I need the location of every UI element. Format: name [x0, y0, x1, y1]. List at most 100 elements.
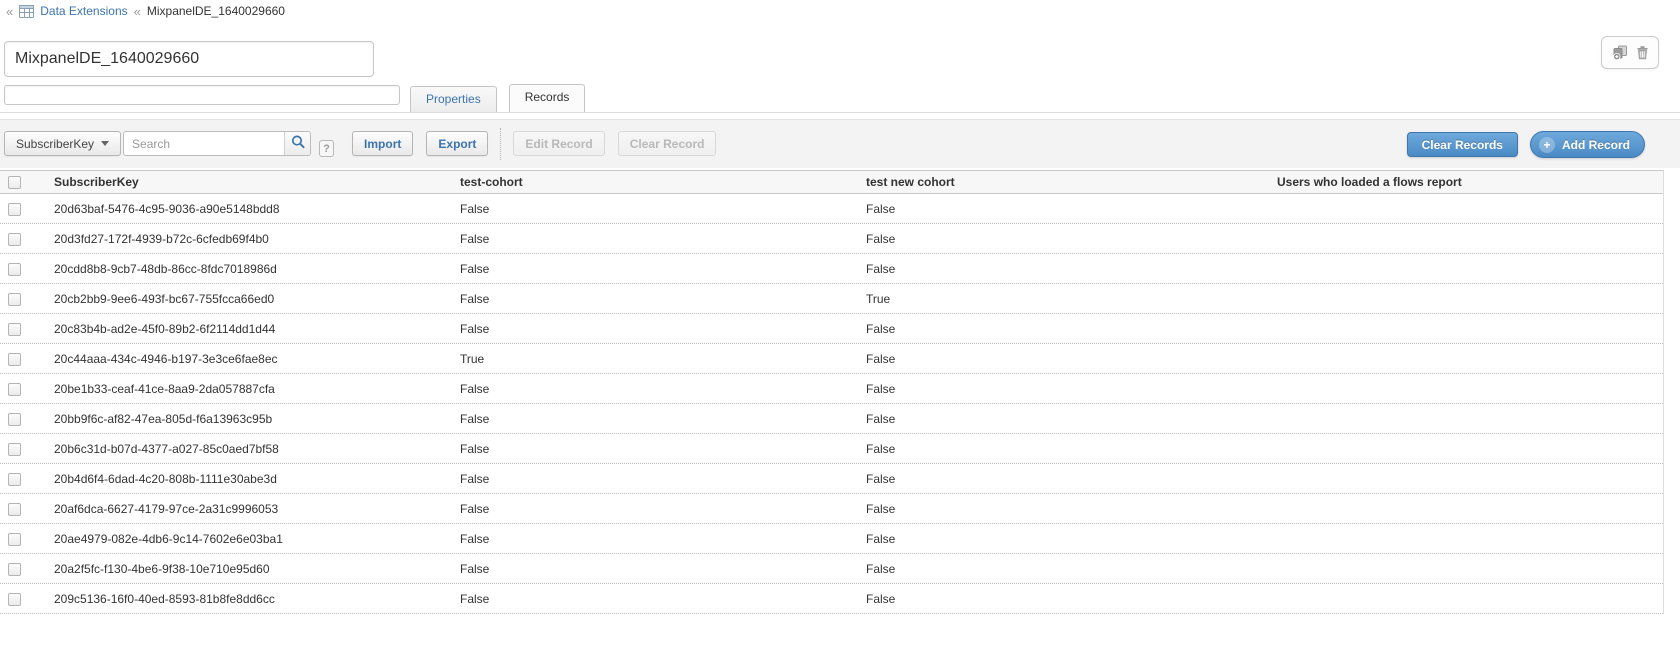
table-row[interactable]: 20bb9f6c-af82-47ea-805d-f6a13963c95b Fal… [0, 404, 1663, 434]
table-header-row: SubscriberKey test-cohort test new cohor… [0, 170, 1663, 194]
cell-subscriberkey: 20b6c31d-b07d-4377-a027-85c0aed7bf58 [48, 442, 454, 456]
row-checkbox[interactable] [8, 383, 21, 396]
add-record-button[interactable]: + Add Record [1530, 131, 1645, 158]
table-row[interactable]: 20be1b33-ceaf-41ce-8aa9-2da057887cfa Fal… [0, 374, 1663, 404]
select-all-checkbox[interactable] [8, 176, 21, 189]
extension-description-input[interactable] [4, 85, 400, 105]
row-checkbox[interactable] [8, 263, 21, 276]
cell-test-new-cohort: False [860, 262, 1271, 276]
cell-test-cohort: False [454, 292, 860, 306]
extension-actions-box [1601, 36, 1659, 69]
table-row[interactable]: 20b4d6f4-6dad-4c20-808b-1111e30abe3d Fal… [0, 464, 1663, 494]
import-button[interactable]: Import [352, 131, 413, 156]
table-row[interactable]: 20ae4979-082e-4db6-9c14-7602e6e03ba1 Fal… [0, 524, 1663, 554]
row-checkbox[interactable] [8, 533, 21, 546]
cell-test-new-cohort: False [860, 352, 1271, 366]
trash-icon[interactable] [1636, 45, 1649, 60]
cell-test-new-cohort: False [860, 472, 1271, 486]
cell-subscriberkey: 20a2f5fc-f130-4be6-9f38-10e710e95d60 [48, 562, 454, 576]
cell-test-cohort: False [454, 502, 860, 516]
tab-bar: Properties Records [410, 86, 585, 112]
cell-test-new-cohort: False [860, 382, 1271, 396]
copy-icon[interactable] [1612, 45, 1628, 60]
cell-subscriberkey: 20cb2bb9-9ee6-493f-bc67-755fcca66ed0 [48, 292, 454, 306]
records-toolbar: SubscriberKey ? Import Export Edit Recor… [0, 119, 1680, 168]
cell-subscriberkey: 20d63baf-5476-4c95-9036-a90e5148bdd8 [48, 202, 454, 216]
row-checkbox[interactable] [8, 503, 21, 516]
cell-test-cohort: False [454, 412, 860, 426]
search-field-dropdown-value: SubscriberKey [16, 137, 94, 151]
cell-test-new-cohort: False [860, 322, 1271, 336]
row-checkbox[interactable] [8, 413, 21, 426]
row-checkbox[interactable] [8, 473, 21, 486]
column-header-subscriberkey: SubscriberKey [48, 175, 454, 189]
cell-test-cohort: False [454, 562, 860, 576]
cell-test-cohort: False [454, 472, 860, 486]
cell-test-new-cohort: False [860, 502, 1271, 516]
cell-test-cohort: False [454, 382, 860, 396]
tab-records[interactable]: Records [509, 84, 586, 112]
cell-test-new-cohort: False [860, 442, 1271, 456]
breadcrumb-data-extensions-link[interactable]: Data Extensions [40, 4, 127, 18]
cell-subscriberkey: 20d3fd27-172f-4939-b72c-6cfedb69f4b0 [48, 232, 454, 246]
column-header-users-flows-report: Users who loaded a flows report [1271, 175, 1663, 189]
row-checkbox[interactable] [8, 323, 21, 336]
row-checkbox[interactable] [8, 443, 21, 456]
cell-test-cohort: False [454, 232, 860, 246]
tab-divider [0, 112, 1680, 113]
table-row[interactable]: 20cb2bb9-9ee6-493f-bc67-755fcca66ed0 Fal… [0, 284, 1663, 314]
toolbar-separator [500, 128, 501, 160]
table-row[interactable]: 20c44aaa-434c-4946-b197-3e3ce6fae8ec Tru… [0, 344, 1663, 374]
table-row[interactable]: 20d63baf-5476-4c95-9036-a90e5148bdd8 Fal… [0, 194, 1663, 224]
table-row[interactable]: 209c5136-16f0-40ed-8593-81b8fe8dd6cc Fal… [0, 584, 1663, 614]
table-row[interactable]: 20b6c31d-b07d-4377-a027-85c0aed7bf58 Fal… [0, 434, 1663, 464]
search-button[interactable] [284, 132, 310, 155]
row-checkbox[interactable] [8, 353, 21, 366]
cell-test-new-cohort: False [860, 562, 1271, 576]
cell-subscriberkey: 20af6dca-6627-4179-97ce-2a31c9996053 [48, 502, 454, 516]
cell-test-cohort: False [454, 532, 860, 546]
back-chevron-icon[interactable]: « [6, 4, 13, 19]
data-extension-records-page: « Data Extensions « MixpanelDE_164002966… [0, 0, 1680, 670]
data-extension-grid-icon [19, 5, 34, 18]
table-row[interactable]: 20af6dca-6627-4179-97ce-2a31c9996053 Fal… [0, 494, 1663, 524]
table-row[interactable]: 20d3fd27-172f-4939-b72c-6cfedb69f4b0 Fal… [0, 224, 1663, 254]
cell-test-cohort: False [454, 262, 860, 276]
cell-test-new-cohort: False [860, 532, 1271, 546]
row-checkbox[interactable] [8, 563, 21, 576]
export-button[interactable]: Export [426, 131, 488, 156]
breadcrumb-current: MixpanelDE_1640029660 [147, 4, 285, 18]
breadcrumb-separator: « [134, 4, 141, 19]
plus-icon: + [1539, 137, 1555, 153]
cell-test-cohort: True [454, 352, 860, 366]
cell-subscriberkey: 209c5136-16f0-40ed-8593-81b8fe8dd6cc [48, 592, 454, 606]
cell-subscriberkey: 20c83b4b-ad2e-45f0-89b2-6f2114dd1d44 [48, 322, 454, 336]
cell-test-new-cohort: False [860, 202, 1271, 216]
breadcrumb: « Data Extensions « MixpanelDE_164002966… [6, 2, 285, 20]
table-row[interactable]: 20c83b4b-ad2e-45f0-89b2-6f2114dd1d44 Fal… [0, 314, 1663, 344]
cell-test-cohort: False [454, 442, 860, 456]
row-checkbox[interactable] [8, 233, 21, 246]
table-body: 20d63baf-5476-4c95-9036-a90e5148bdd8 Fal… [0, 194, 1663, 614]
search-input[interactable] [123, 131, 311, 156]
help-icon[interactable]: ? [319, 140, 334, 157]
row-checkbox[interactable] [8, 593, 21, 606]
column-header-test-new-cohort: test new cohort [860, 175, 1271, 189]
table-row[interactable]: 20cdd8b8-9cb7-48db-86cc-8fdc7018986d Fal… [0, 254, 1663, 284]
clear-record-button[interactable]: Clear Record [618, 131, 717, 156]
cell-test-new-cohort: False [860, 412, 1271, 426]
row-checkbox[interactable] [8, 203, 21, 216]
cell-test-cohort: False [454, 322, 860, 336]
table-row[interactable]: 20a2f5fc-f130-4be6-9f38-10e710e95d60 Fal… [0, 554, 1663, 584]
add-record-label: Add Record [1562, 138, 1630, 152]
cell-test-new-cohort: False [860, 232, 1271, 246]
edit-record-button[interactable]: Edit Record [513, 131, 604, 156]
extension-name-input[interactable] [4, 41, 374, 77]
tab-properties[interactable]: Properties [410, 86, 497, 112]
search-field-dropdown[interactable]: SubscriberKey [4, 131, 121, 156]
cell-subscriberkey: 20cdd8b8-9cb7-48db-86cc-8fdc7018986d [48, 262, 454, 276]
cell-subscriberkey: 20c44aaa-434c-4946-b197-3e3ce6fae8ec [48, 352, 454, 366]
records-table: SubscriberKey test-cohort test new cohor… [0, 170, 1664, 614]
row-checkbox[interactable] [8, 293, 21, 306]
clear-records-button[interactable]: Clear Records [1407, 132, 1518, 157]
